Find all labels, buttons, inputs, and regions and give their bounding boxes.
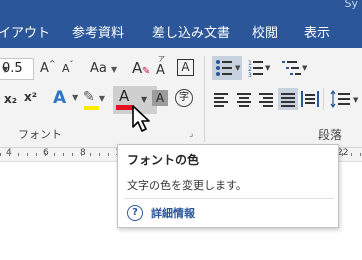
highlighter-icon: ✎ (83, 89, 95, 105)
caret-up-icon: ^ (48, 59, 56, 68)
distributed-button[interactable] (300, 89, 320, 109)
svg-text:▼: ▼ (353, 96, 359, 104)
eraser-icon: ✎ (142, 66, 151, 77)
svg-text:▼: ▼ (235, 64, 241, 72)
caret-down-icon: ˇ (69, 60, 74, 69)
tab-mailings[interactable]: 差し込み文書 (152, 22, 230, 41)
title-bar: Sy (0, 0, 362, 14)
text-effects-button[interactable]: A ▼ (53, 88, 78, 108)
distributed-icon (301, 91, 319, 107)
superscript-label: x² (24, 90, 37, 104)
phonetic-label: A (156, 63, 165, 78)
chevron-down-icon: ▼ (72, 93, 79, 102)
align-left-button[interactable] (212, 90, 232, 108)
change-case-label: Aa (90, 61, 107, 76)
bullets-button[interactable]: ▼ (212, 56, 242, 80)
superscript-button[interactable]: x² (24, 90, 37, 104)
ribbon-tab-bar: イアウト 参考資料 差し込み文書 校閲 表示 (0, 14, 362, 48)
ruler-tick (45, 153, 46, 156)
clear-formatting-label: A (132, 59, 143, 77)
chevron-down-icon: ▼ (111, 65, 118, 74)
highlight-button[interactable]: ✎ ▼ (83, 89, 106, 110)
character-shading-button[interactable]: A (152, 90, 168, 106)
help-icon: ? (127, 205, 143, 221)
svg-text:▼: ▼ (302, 64, 308, 72)
subscript-label: x₂ (4, 92, 17, 106)
paragraph-group-label: 段落 (318, 128, 343, 142)
line-spacing-icon: ▼ (330, 89, 359, 109)
ruler-tick (18, 153, 19, 156)
multilevel-list-button[interactable]: ▼ (280, 57, 310, 79)
align-right-icon (259, 93, 273, 107)
ruler-tick (99, 153, 100, 156)
tooltip-title: フォントの色 (127, 153, 200, 167)
ruler-tick (36, 153, 37, 156)
subscript-button[interactable]: x₂ (4, 92, 17, 106)
character-border-label: A (181, 60, 190, 74)
bullets-icon: ▼ (216, 60, 241, 76)
ruler-tick (351, 153, 352, 156)
chevron-down-icon: ▼ (98, 94, 106, 103)
ruler-tick (90, 153, 91, 156)
svg-text:▼: ▼ (265, 64, 271, 72)
font-size-box[interactable]: 0.5 ▼ (0, 58, 34, 80)
tab-layout[interactable]: イアウト (0, 22, 50, 41)
justify-button[interactable] (278, 88, 298, 110)
ruler-tick (54, 153, 55, 156)
align-left-icon (214, 93, 228, 107)
tab-view[interactable]: 表示 (304, 22, 330, 41)
multilevel-list-icon: ▼ (282, 61, 308, 75)
character-shading-label: A (155, 91, 165, 105)
grow-font-label: A (40, 61, 49, 76)
font-color-tooltip: フォントの色 文字の色を変更します。 ? 詳細情報 (117, 144, 339, 228)
group-separator (204, 56, 205, 142)
shrink-font-button[interactable]: Aˇ (62, 60, 74, 75)
window-corner-text: Sy (344, 0, 359, 10)
tooltip-divider (124, 198, 334, 199)
justify-icon (281, 93, 295, 107)
ruler-tick (360, 153, 361, 156)
align-center-icon (237, 93, 251, 107)
highlight-color-swatch (84, 106, 99, 110)
ruler-tick (72, 153, 73, 156)
tab-references[interactable]: 参考資料 (72, 22, 124, 41)
chevron-down-icon: ▼ (141, 95, 148, 104)
font-color-label: A (119, 87, 130, 105)
ruler-tick (81, 153, 82, 156)
character-border-button[interactable]: A (177, 59, 194, 76)
ruler-tick (63, 153, 64, 156)
font-group-label: フォント (18, 128, 62, 141)
ruler-tick (0, 153, 1, 156)
help-link-label: 詳細情報 (151, 207, 195, 220)
align-center-button[interactable] (235, 90, 255, 108)
tooltip-description: 文字の色を変更します。 (127, 179, 247, 192)
text-effects-label: A (53, 88, 67, 108)
svg-text:3: 3 (248, 72, 252, 79)
grow-font-button[interactable]: A^ (40, 59, 56, 76)
tab-review[interactable]: 校閲 (252, 22, 278, 41)
line-spacing-button[interactable]: ▼ (330, 89, 362, 109)
ruler-tick (342, 153, 343, 156)
align-right-button[interactable] (257, 90, 277, 108)
ruler-tick (108, 153, 109, 156)
clear-formatting-button[interactable]: A ✎ (132, 59, 150, 77)
enclosed-character-button[interactable]: 字 (175, 89, 193, 107)
numbering-button[interactable]: 1 2 3 ▼ (247, 57, 273, 79)
ruler-tick (9, 153, 10, 156)
dialog-launcher-icon[interactable]: ⌟ (189, 129, 193, 139)
mouse-cursor-icon (132, 105, 150, 132)
ruler-tick (27, 153, 28, 156)
group-separator (323, 88, 324, 110)
change-case-button[interactable]: Aa ▼ (90, 61, 117, 76)
numbering-icon: 1 2 3 ▼ (248, 60, 271, 79)
chevron-down-icon: ▼ (2, 65, 9, 74)
enclosed-character-label: 字 (179, 92, 189, 103)
shrink-font-label: A (62, 62, 70, 75)
